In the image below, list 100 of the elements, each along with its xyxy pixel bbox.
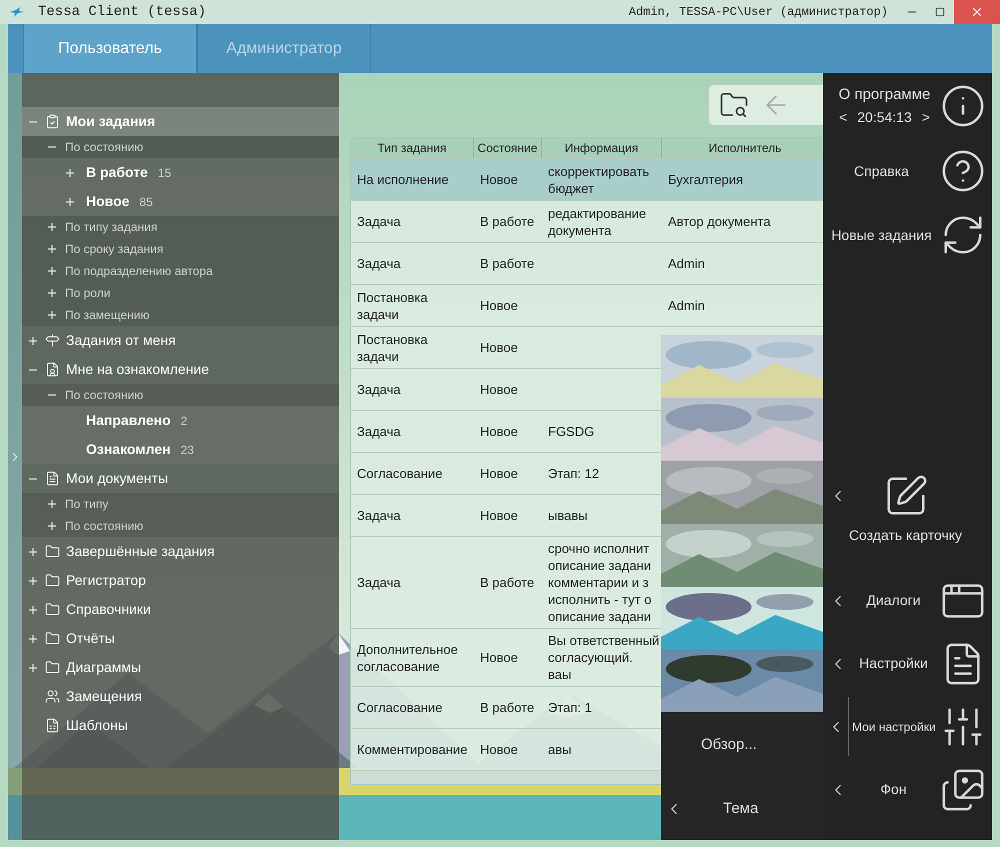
tree-icon — [45, 471, 60, 486]
tree-icon — [45, 573, 60, 588]
tree-icon — [45, 114, 60, 129]
tree-item[interactable]: Новое 85 — [22, 187, 339, 216]
table-cell-text: скорректировать бюджет — [548, 162, 650, 196]
expand-icon[interactable] — [29, 634, 37, 642]
count-label: 2 — [180, 412, 188, 430]
tree-item[interactable]: По подразделению автора — [22, 260, 339, 282]
table-cell: Этап: 12 — [548, 465, 600, 482]
help-icon — [940, 148, 986, 194]
menu-item[interactable]: Справка — [823, 139, 992, 203]
table-cell: Admin — [668, 255, 705, 272]
tree-item[interactable]: По сроку задания — [22, 238, 339, 260]
table-cell: Admin — [668, 297, 705, 314]
expand-icon[interactable] — [48, 267, 56, 275]
expand-icon[interactable] — [29, 576, 37, 584]
table-cell-text: В работе — [480, 212, 534, 231]
table-row[interactable]: На исполнение Новое скорректировать бюджет Бухгалтерия — [351, 158, 823, 200]
table-row[interactable]: Постановка задачи Новое Admin — [351, 284, 823, 326]
bird-icon — [10, 7, 24, 17]
table-cell: Задача — [357, 423, 401, 440]
tree-item[interactable]: По типу — [22, 493, 339, 515]
tree-item[interactable]: По состоянию — [22, 136, 339, 158]
tree-item[interactable]: Мои задания — [22, 107, 339, 136]
theme-item[interactable]: Тема — [661, 778, 823, 840]
tree-item[interactable]: Задания от меня — [22, 326, 339, 355]
tree-icon — [45, 660, 60, 675]
close-icon — [970, 5, 984, 19]
expand-icon[interactable] — [48, 289, 56, 297]
tree-icon — [45, 689, 60, 704]
folder-search-icon[interactable] — [719, 90, 749, 120]
tree-item[interactable]: По состоянию — [22, 515, 339, 537]
tree-item[interactable]: Мне на ознакомление — [22, 355, 339, 384]
table-cell: Задача — [357, 574, 401, 591]
expand-icon[interactable] — [48, 311, 56, 319]
menu-item[interactable]: Новые задания — [823, 203, 992, 267]
expand-icon[interactable] — [48, 522, 56, 530]
tree-item[interactable]: Шаблоны — [22, 711, 339, 740]
expand-icon[interactable] — [29, 606, 37, 614]
table-cell: срочно исполнит описание задани комментарии и з исполнить - тут о описание задани — [548, 540, 652, 625]
expand-icon[interactable] — [48, 223, 56, 231]
tree-item[interactable]: Диаграммы — [22, 653, 339, 682]
previous-link[interactable]: < — [839, 106, 848, 128]
browse-button[interactable]: Обзор... — [661, 712, 823, 778]
tree-item[interactable]: По роли — [22, 282, 339, 304]
table-row[interactable]: Задача В работе Admin — [351, 242, 823, 284]
table-cell-text: редактирование документа — [548, 204, 648, 238]
tree-item[interactable]: Замещения — [22, 682, 339, 711]
tree-icon — [45, 544, 60, 559]
table-cell: Задача — [357, 255, 401, 272]
expand-icon[interactable] — [29, 664, 37, 672]
menu-link[interactable]: О программе — [838, 84, 930, 107]
count-label: 23 — [180, 442, 194, 458]
tree-item[interactable]: Мои документы — [22, 464, 339, 493]
tree-item[interactable]: По состоянию — [22, 384, 339, 406]
tree-item[interactable]: Ознакомлен 23 — [22, 435, 339, 464]
tree-item[interactable]: Завершённые задания — [22, 537, 339, 566]
table-cell: Вы ответственный согласующий. ваы — [548, 632, 660, 683]
tree-icon — [45, 718, 60, 733]
table-cell-text: Новое — [480, 296, 518, 315]
menu-item[interactable]: Диалоги — [823, 569, 992, 632]
table-cell: ывавы — [548, 507, 588, 524]
tree-item[interactable]: Направлено 2 — [22, 406, 339, 435]
tree-item[interactable]: В работе 15 — [22, 158, 339, 187]
tree-item[interactable]: Регистратор — [22, 566, 339, 595]
menu-item[interactable]: Мои настройки — [823, 695, 992, 758]
table-cell: FGSDG — [548, 423, 594, 440]
tree-icon — [45, 631, 60, 646]
expand-icon[interactable] — [29, 548, 37, 556]
table-cell-text: Постановка задачи — [357, 330, 429, 364]
table-cell: Этап: 1 — [548, 699, 592, 716]
table-row[interactable]: Задача В работе редактирование документа Автор документа — [351, 200, 823, 242]
expand-icon[interactable] — [66, 168, 74, 176]
window-title: Tessa Client (tessa) — [38, 2, 206, 22]
menu-item[interactable]: Создать карточку — [823, 473, 992, 569]
tree-icon — [45, 602, 60, 617]
expand-icon[interactable] — [48, 500, 56, 508]
table-cell-text: Новое — [480, 506, 518, 525]
expand-icon[interactable] — [29, 336, 37, 344]
tree-item[interactable]: Справочники — [22, 595, 339, 624]
table-cell-text: Постановка задачи — [357, 288, 429, 322]
tree-item[interactable]: По типу задания — [22, 216, 339, 238]
table-cell-text: В работе — [480, 254, 534, 273]
table-cell: Задача — [357, 213, 401, 230]
maximize-icon — [935, 7, 945, 17]
next-link[interactable]: > — [922, 106, 930, 128]
tree-item[interactable]: Отчёты — [22, 624, 339, 653]
table-cell: Согласование — [357, 465, 442, 482]
table-cell: Согласование — [357, 699, 442, 716]
clock-label: 20:54:13 — [857, 108, 912, 127]
info-icon — [940, 83, 986, 129]
expand-icon[interactable] — [66, 198, 74, 206]
expand-icon[interactable] — [48, 245, 56, 253]
table-cell: Комментирование — [357, 741, 468, 758]
tree-item[interactable]: По замещению — [22, 304, 339, 326]
table-cell-text: Новое — [480, 380, 518, 399]
table-cell-text: В работе — [480, 574, 534, 592]
menu-item[interactable]: Фон — [823, 758, 992, 821]
menu-item[interactable]: Настройки — [823, 632, 992, 695]
table-cell-text: Дополнительное согласование — [357, 640, 459, 674]
